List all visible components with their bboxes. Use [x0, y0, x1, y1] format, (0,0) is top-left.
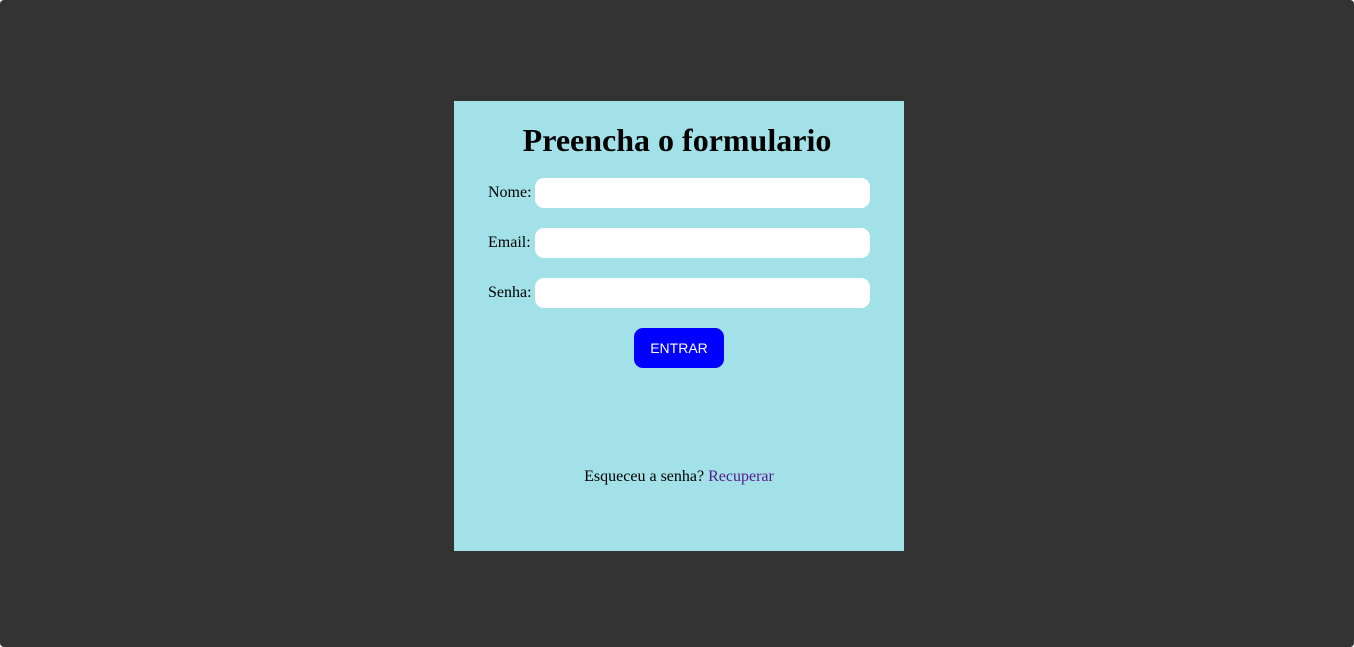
name-input[interactable] [535, 178, 870, 208]
recover-password-link[interactable]: Recuperar [708, 468, 774, 485]
forgot-password-text: Esqueceu a senha? [584, 468, 705, 485]
form-title: Preencha o formulario [522, 122, 832, 158]
email-label: Email: [488, 234, 531, 251]
email-input[interactable] [535, 228, 870, 258]
name-row: Nome: [488, 178, 536, 208]
submit-button[interactable]: ENTRAR [634, 328, 724, 368]
email-row: Email: [488, 228, 535, 258]
name-label: Nome: [488, 184, 532, 201]
forgot-password-line: Esqueceu a senha? Recuperar [454, 467, 904, 487]
password-row: Senha: [488, 278, 536, 308]
password-label: Senha: [488, 284, 532, 301]
password-input[interactable] [535, 278, 870, 308]
